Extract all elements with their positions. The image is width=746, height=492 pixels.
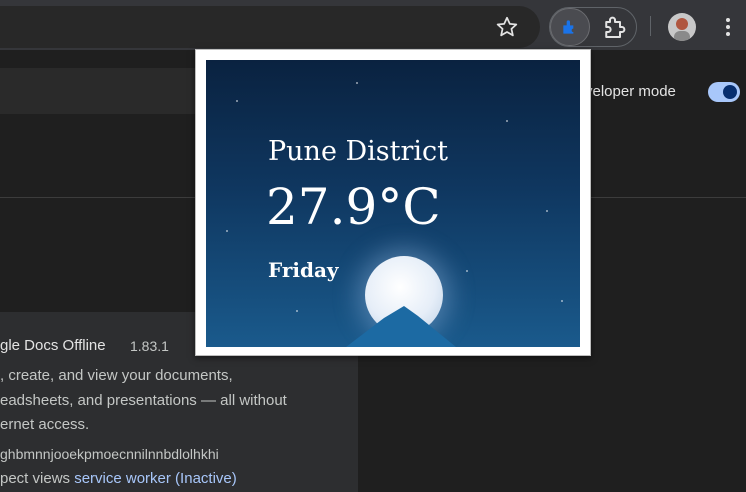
extension-description-line-2: eadsheets, and presentations — all witho… <box>0 392 287 409</box>
developer-mode-toggle[interactable] <box>708 82 740 102</box>
bookmark-star-icon[interactable] <box>494 14 520 40</box>
extension-id: ghbmnnjooekpmoecnnilnnbdlolhkhi <box>0 446 219 462</box>
service-worker-link[interactable]: service worker (Inactive) <box>74 470 237 487</box>
more-menu-icon[interactable] <box>718 14 738 40</box>
weather-panel: Pune District 27.9°C Friday <box>206 60 580 347</box>
weather-extension-button[interactable] <box>550 8 590 46</box>
browser-toolbar <box>0 0 746 50</box>
day-of-week: Friday <box>268 258 339 282</box>
toggle-knob <box>723 85 737 99</box>
extension-popup: Pune District 27.9°C Friday <box>195 49 591 356</box>
extension-description-line-1: , create, and view your documents, <box>0 367 233 384</box>
toolbar-separator <box>650 16 651 36</box>
inspect-views-label: pect views <box>0 470 71 487</box>
extension-name: gle Docs Offline <box>0 337 106 354</box>
temperature: 27.9°C <box>266 178 441 236</box>
developer-mode-label: veloper mode <box>585 83 676 100</box>
extension-description-line-3: ernet access. <box>0 416 90 433</box>
address-bar[interactable] <box>0 6 540 48</box>
city-name: Pune District <box>268 136 449 167</box>
profile-avatar[interactable] <box>668 13 696 41</box>
weather-extension-icon <box>563 20 574 34</box>
extension-version: 1.83.1 <box>130 338 169 354</box>
inspect-views: pect views service worker (Inactive) <box>0 470 237 487</box>
extensions-puzzle-icon[interactable] <box>600 12 630 42</box>
